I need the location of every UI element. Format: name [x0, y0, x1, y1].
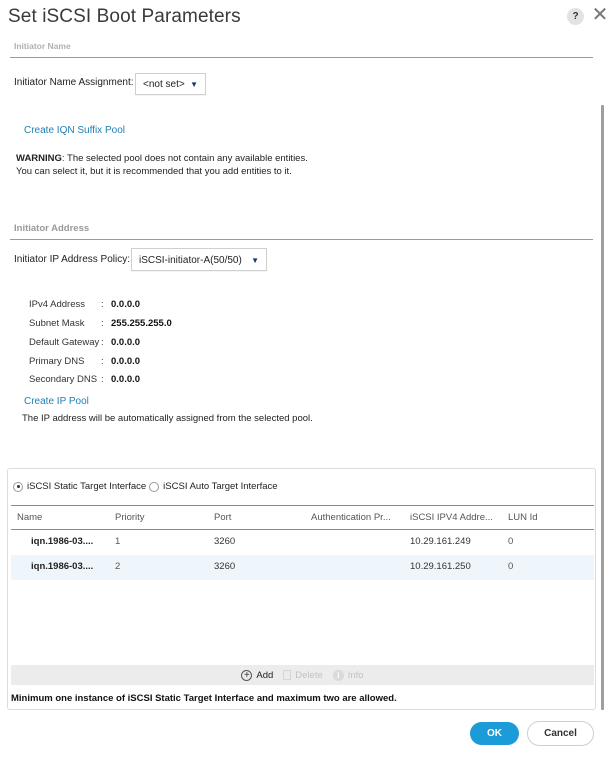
secondary-dns-row: Secondary DNS:0.0.0.0 [29, 373, 140, 387]
warning-line-1: : The selected pool does not contain any… [61, 153, 308, 164]
auto-target-radio-label[interactable]: iSCSI Auto Target Interface [163, 481, 277, 492]
initiator-address-section-title: Initiator Address [14, 223, 90, 234]
cell-name: iqn.1986-03.... [31, 561, 94, 572]
auto-target-radio[interactable] [149, 481, 160, 492]
column-header-name[interactable]: Name [17, 506, 42, 530]
column-header-port[interactable]: Port [214, 506, 231, 530]
initiator-name-assignment-select[interactable]: <not set> ▼ [135, 73, 206, 95]
cell-port: 3260 [214, 561, 236, 572]
ip-assignment-note: The IP address will be automatically ass… [22, 413, 313, 424]
target-interface-panel: iSCSI Static Target Interface iSCSI Auto… [7, 468, 596, 710]
cell-priority: 1 [115, 536, 121, 547]
cancel-button[interactable]: Cancel [527, 721, 594, 746]
table-row[interactable]: iqn.1986-03.... 1 3260 10.29.161.249 0 [11, 530, 594, 555]
vertical-scrollbar[interactable] [601, 105, 604, 710]
info-button[interactable]: i Info [332, 669, 364, 681]
close-icon[interactable]: ✕ [590, 4, 610, 26]
separator: : [101, 337, 104, 348]
table-header: Name Priority Port Authentication Pr... … [11, 505, 594, 530]
primary-dns-row: Primary DNS:0.0.0.0 [29, 355, 140, 369]
initiator-ip-policy-value: iSCSI-initiator-A(50/50) [139, 255, 242, 266]
help-icon[interactable]: ? [567, 8, 584, 25]
cell-ip: 10.29.161.249 [410, 536, 471, 547]
dialog-title: Set iSCSI Boot Parameters [8, 6, 241, 27]
table-row[interactable]: iqn.1986-03.... 2 3260 10.29.161.250 0 [11, 555, 594, 580]
initiator-ip-policy-label: Initiator IP Address Policy: [14, 254, 130, 265]
separator: : [101, 374, 104, 385]
cell-lun: 0 [508, 536, 514, 547]
separator: : [101, 299, 104, 310]
initiator-ip-policy-select[interactable]: iSCSI-initiator-A(50/50) ▼ [131, 248, 267, 271]
ipv4-address-row: IPv4 Address:0.0.0.0 [29, 298, 140, 312]
create-iqn-suffix-pool-link[interactable]: Create IQN Suffix Pool [24, 125, 125, 136]
field-value: 0.0.0.0 [111, 356, 141, 367]
initiator-name-assignment-label: Initiator Name Assignment: [14, 77, 134, 88]
delete-label: Delete [295, 669, 323, 681]
field-value: 0.0.0.0 [111, 299, 141, 310]
plus-circle-icon: + [241, 669, 253, 681]
target-interface-table: Name Priority Port Authentication Pr... … [11, 505, 594, 580]
subnet-mask-row: Subnet Mask:255.255.255.0 [29, 317, 172, 331]
separator: : [101, 356, 104, 367]
separator: : [101, 318, 104, 329]
target-interface-radio-group: iSCSI Static Target Interface iSCSI Auto… [13, 481, 281, 492]
column-header-lun-id[interactable]: LUN Id [508, 506, 538, 530]
cell-name: iqn.1986-03.... [31, 536, 94, 547]
field-label: Subnet Mask [29, 318, 85, 329]
static-target-radio[interactable] [13, 481, 23, 492]
field-label: Primary DNS [29, 356, 85, 367]
cell-lun: 0 [508, 561, 514, 572]
field-value: 0.0.0.0 [111, 337, 141, 348]
default-gateway-row: Default Gateway:0.0.0.0 [29, 336, 140, 350]
field-label: IPv4 Address [29, 299, 85, 310]
trash-icon [283, 670, 292, 680]
initiator-name-section-title: Initiator Name [14, 41, 71, 51]
column-header-priority[interactable]: Priority [115, 506, 145, 530]
add-button[interactable]: + Add [241, 669, 274, 681]
section-divider [10, 57, 593, 58]
column-header-authentication-profile[interactable]: Authentication Pr... [311, 506, 391, 530]
initiator-name-assignment-value: <not set> [143, 79, 185, 90]
warning-message: WARNING: The selected pool does not cont… [16, 152, 308, 178]
section-divider [10, 239, 593, 240]
info-label: Info [347, 669, 364, 681]
cell-port: 3260 [214, 536, 236, 547]
ok-button[interactable]: OK [470, 722, 519, 745]
static-target-radio-label[interactable]: iSCSI Static Target Interface [27, 481, 146, 492]
field-label: Default Gateway [29, 337, 100, 348]
create-ip-pool-link[interactable]: Create IP Pool [24, 396, 89, 407]
caret-down-icon: ▼ [251, 256, 259, 265]
add-label: Add [256, 669, 274, 681]
delete-button[interactable]: Delete [283, 669, 323, 681]
warning-prefix: WARNING [16, 153, 62, 164]
target-interface-limit-note: Minimum one instance of iSCSI Static Tar… [11, 693, 397, 704]
field-value: 255.255.255.0 [111, 318, 172, 329]
table-toolbar: + Add Delete i Info [11, 665, 594, 685]
field-value: 0.0.0.0 [111, 374, 141, 385]
cell-priority: 2 [115, 561, 121, 572]
warning-line-2: You can select it, but it is recommended… [16, 166, 292, 177]
field-label: Secondary DNS [29, 374, 98, 385]
cell-ip: 10.29.161.250 [410, 561, 471, 572]
info-icon: i [332, 669, 344, 681]
caret-down-icon: ▼ [190, 80, 198, 89]
column-header-iscsi-ipv4-address[interactable]: iSCSI IPV4 Addre... [410, 506, 493, 530]
